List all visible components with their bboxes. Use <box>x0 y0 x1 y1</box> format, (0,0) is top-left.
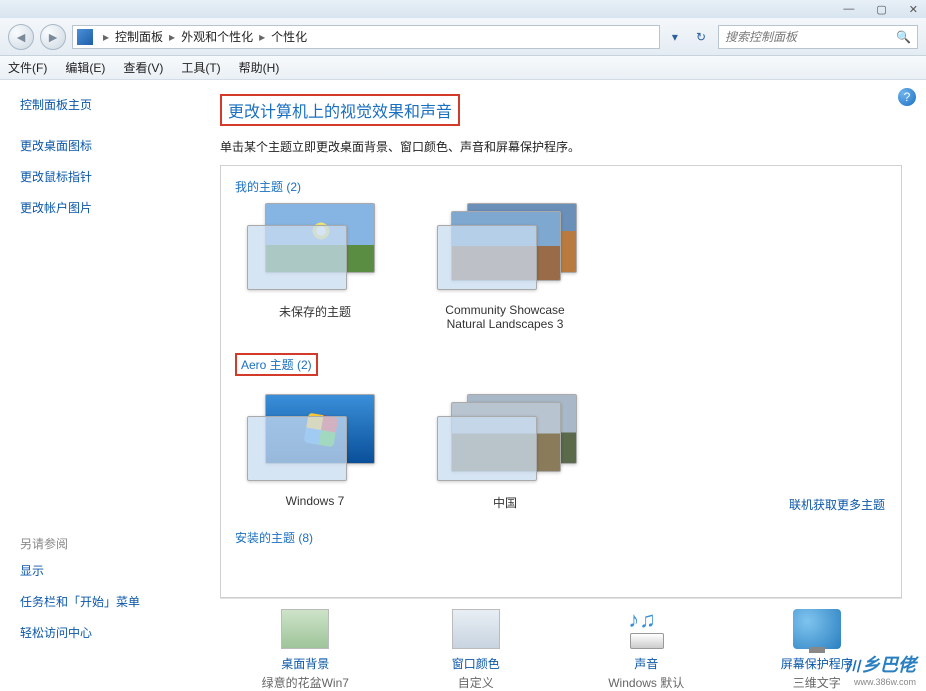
menu-view[interactable]: 查看(V) <box>123 59 163 76</box>
sidebar-link-desktop-icons[interactable]: 更改桌面图标 <box>20 137 190 154</box>
theme-unsaved[interactable]: 未保存的主题 <box>235 203 395 331</box>
menu-bar: 文件(F) 编辑(E) 查看(V) 工具(T) 帮助(H) <box>0 56 926 80</box>
section-my-themes: 我的主题 (2) <box>235 178 887 195</box>
theme-label: Windows 7 <box>235 494 395 508</box>
menu-file[interactable]: 文件(F) <box>8 59 47 76</box>
navigation-bar: ◄ ► ▸ 控制面板 ▸ 外观和个性化 ▸ 个性化 ▾ ↻ 搜索控制面板 🔍 <box>0 18 926 56</box>
search-input[interactable]: 搜索控制面板 🔍 <box>718 25 918 49</box>
sidebar-home-link[interactable]: 控制面板主页 <box>20 96 190 113</box>
chevron-right-icon: ▸ <box>165 30 179 44</box>
sound-setting[interactable]: 声音 Windows 默认 <box>571 609 721 691</box>
minimize-button[interactable]: — <box>843 3 854 15</box>
theme-window-icon <box>437 225 537 290</box>
setting-value: 绿意的花盆Win7 <box>230 674 380 691</box>
maximize-button[interactable]: ▢ <box>876 3 886 16</box>
breadcrumb[interactable]: ▸ 控制面板 ▸ 外观和个性化 ▸ 个性化 <box>72 25 660 49</box>
theme-label: 中国 <box>425 494 585 511</box>
page-description: 单击某个主题立即更改桌面背景、窗口颜色、声音和屏幕保护程序。 <box>220 138 902 155</box>
page-title: 更改计算机上的视觉效果和声音 <box>220 94 460 126</box>
search-icon[interactable]: 🔍 <box>896 30 911 44</box>
seealso-header: 另请参阅 <box>20 535 190 552</box>
menu-tools[interactable]: 工具(T) <box>181 59 220 76</box>
window-color-icon <box>452 609 500 649</box>
setting-label: 声音 <box>571 655 721 672</box>
sidebar-link-mouse-pointer[interactable]: 更改鼠标指针 <box>20 168 190 185</box>
setting-label: 桌面背景 <box>230 655 380 672</box>
bottom-settings-bar: 桌面背景 绿意的花盆Win7 窗口颜色 自定义 声音 Windows 默认 屏幕… <box>220 598 902 691</box>
breadcrumb-item[interactable]: 控制面板 <box>115 28 163 45</box>
sound-icon <box>622 609 670 649</box>
get-more-themes-link[interactable]: 联机获取更多主题 <box>789 496 885 513</box>
setting-value: Windows 默认 <box>571 674 721 691</box>
theme-window-icon <box>437 416 537 481</box>
forward-button[interactable]: ► <box>40 24 66 50</box>
search-placeholder: 搜索控制面板 <box>725 28 797 45</box>
sidebar: 控制面板主页 更改桌面图标 更改鼠标指针 更改帐户图片 另请参阅 显示 任务栏和… <box>0 80 200 691</box>
control-panel-icon <box>77 29 93 45</box>
menu-edit[interactable]: 编辑(E) <box>65 59 105 76</box>
theme-window-icon <box>247 416 347 481</box>
content-area: ? 更改计算机上的视觉效果和声音 单击某个主题立即更改桌面背景、窗口颜色、声音和… <box>200 80 926 691</box>
setting-value: 自定义 <box>401 674 551 691</box>
theme-china[interactable]: 中国 <box>425 394 585 511</box>
theme-windows7[interactable]: Windows 7 <box>235 394 395 511</box>
menu-help[interactable]: 帮助(H) <box>239 59 280 76</box>
desktop-background-icon <box>281 609 329 649</box>
close-button[interactable]: ✕ <box>909 3 918 16</box>
help-icon[interactable]: ? <box>898 88 916 106</box>
section-installed-themes: 安装的主题 (8) <box>235 529 887 546</box>
setting-label: 窗口颜色 <box>401 655 551 672</box>
sidebar-link-account-picture[interactable]: 更改帐户图片 <box>20 199 190 216</box>
breadcrumb-dropdown[interactable]: ▾ <box>672 30 678 44</box>
window-color-setting[interactable]: 窗口颜色 自定义 <box>401 609 551 691</box>
theme-window-icon <box>247 225 347 290</box>
desktop-background-setting[interactable]: 桌面背景 绿意的花盆Win7 <box>230 609 380 691</box>
watermark: 川乡巴佬 www.386w.com <box>846 651 916 687</box>
seealso-taskbar[interactable]: 任务栏和「开始」菜单 <box>20 593 190 610</box>
refresh-button[interactable]: ↻ <box>696 30 706 44</box>
themes-panel: 我的主题 (2) 未保存的主题 Community Showcase Na <box>220 165 902 598</box>
screensaver-icon <box>793 609 841 649</box>
seealso-display[interactable]: 显示 <box>20 562 190 579</box>
chevron-right-icon: ▸ <box>255 30 269 44</box>
chevron-right-icon: ▸ <box>99 30 113 44</box>
breadcrumb-item[interactable]: 个性化 <box>271 28 307 45</box>
theme-label: 未保存的主题 <box>235 303 395 320</box>
window-titlebar: — ▢ ✕ <box>0 0 926 18</box>
theme-community-showcase[interactable]: Community Showcase Natural Landscapes 3 <box>425 203 585 331</box>
breadcrumb-item[interactable]: 外观和个性化 <box>181 28 253 45</box>
theme-label: Community Showcase Natural Landscapes 3 <box>425 303 585 331</box>
seealso-ease-of-access[interactable]: 轻松访问中心 <box>20 624 190 641</box>
back-button[interactable]: ◄ <box>8 24 34 50</box>
section-aero-themes: Aero 主题 (2) <box>235 353 318 376</box>
